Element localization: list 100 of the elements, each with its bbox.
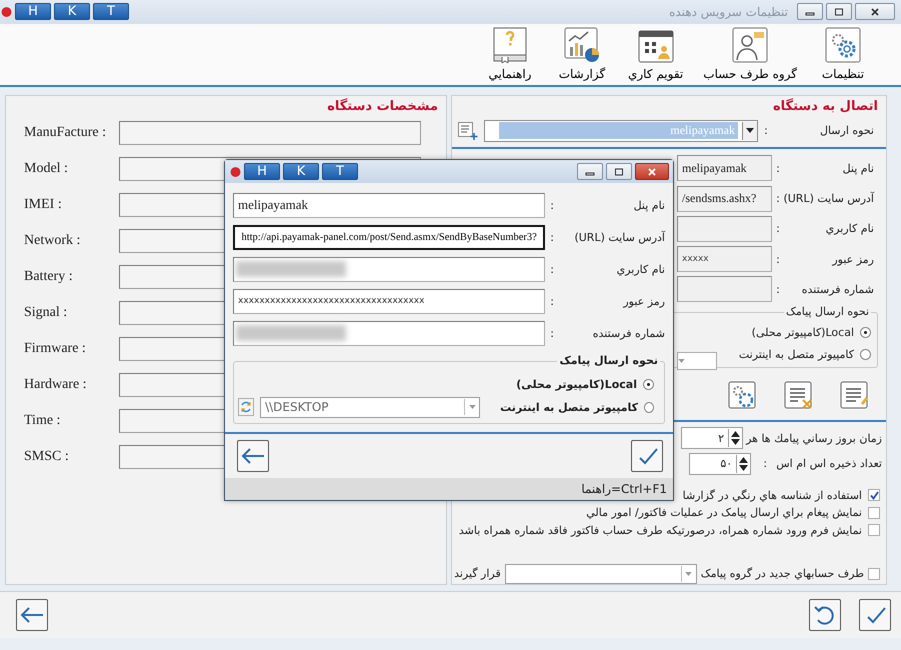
undo-button[interactable] xyxy=(809,599,841,632)
field-label: آدرس سایت (URL) xyxy=(784,192,874,206)
colon: : xyxy=(549,262,555,276)
checkbox-label: استفاده از شناسه هاي رنگي در گزارشا xyxy=(682,488,862,502)
field-label: IMEI : xyxy=(24,197,63,214)
field-label: شماره فرستنده xyxy=(592,326,665,340)
radio-label: Local(کامپیوتر محلی) xyxy=(752,326,854,339)
back-arrow-icon xyxy=(19,605,45,626)
hkt-button[interactable]: K xyxy=(283,163,319,180)
group-dropdown[interactable] xyxy=(504,564,697,584)
maximize-button[interactable] xyxy=(826,3,852,20)
checkbox[interactable] xyxy=(868,506,880,519)
confirm-button[interactable] xyxy=(859,599,891,632)
input-field[interactable]: melipayamak xyxy=(233,192,546,218)
input-field[interactable]: xxxxx xyxy=(677,246,772,272)
field-label: رمز عبور xyxy=(830,252,874,266)
field-label: نحوه ارسال xyxy=(818,124,874,138)
colon: : xyxy=(549,326,555,340)
minimize-button[interactable] xyxy=(797,3,823,20)
hkt-button[interactable]: H xyxy=(15,3,51,20)
input-field[interactable] xyxy=(119,121,421,146)
colon: : xyxy=(763,124,769,138)
hkt-button[interactable]: T xyxy=(93,3,129,20)
maximize-button[interactable] xyxy=(606,163,632,180)
colon: : xyxy=(775,252,781,266)
minimize-button[interactable] xyxy=(577,163,603,180)
checkbox[interactable] xyxy=(868,524,880,536)
field-label: نام پنل xyxy=(632,198,665,212)
input-field[interactable]: xxxxxxxxxxxxxxxxxxxxxxxxxxxxxxxxxxx xyxy=(233,288,546,314)
field-label: تعداد ذخیره اس ام اس xyxy=(776,457,882,470)
field-label: ManuFacture : xyxy=(24,125,108,142)
input-field[interactable]: /sendsms.ashx? xyxy=(677,186,772,212)
hkt-button[interactable]: H xyxy=(244,163,280,180)
checkbox-label: قرار گیرند xyxy=(454,567,501,580)
close-icon xyxy=(647,166,657,176)
colon: : xyxy=(549,230,555,244)
settings-button[interactable] xyxy=(728,380,758,410)
caret-icon xyxy=(746,128,754,134)
caret-icon xyxy=(685,572,692,576)
input-field[interactable] xyxy=(233,320,546,346)
checkbox[interactable] xyxy=(868,568,880,580)
number-spinner[interactable]: ۲ xyxy=(681,427,744,450)
field-label: آدرس سایت (URL) xyxy=(573,230,665,244)
toolbar-button[interactable]: گزارشات xyxy=(552,27,612,82)
input-field[interactable]: http://api.payamak-panel.com/post/Send.asmx/SendByBaseNumber3? xyxy=(233,224,546,250)
checkbox[interactable] xyxy=(868,489,880,502)
back-button[interactable] xyxy=(237,440,269,472)
toolbar-button[interactable]: گروه طرف حساب xyxy=(699,27,801,82)
radio-button[interactable] xyxy=(860,348,871,360)
field-label: نام کاربري xyxy=(616,262,665,276)
field-label: Time : xyxy=(24,413,62,430)
colon: : xyxy=(775,282,781,296)
back-button[interactable] xyxy=(16,599,48,632)
radio-label: کامپیوتر متصل به اینترنت xyxy=(500,400,638,414)
colon: : xyxy=(762,457,768,470)
hkt-button[interactable]: T xyxy=(322,163,358,180)
field-label: رمز عبور xyxy=(622,294,665,308)
radio-button[interactable] xyxy=(860,326,871,338)
field-label: Firmware : xyxy=(24,341,87,358)
maximize-icon xyxy=(834,6,844,17)
group-title: نحوه ارسال پیامک xyxy=(557,354,660,367)
field-label: نام کاربري xyxy=(824,222,874,236)
refresh-button[interactable] xyxy=(238,398,254,416)
hkt-button[interactable]: K xyxy=(54,3,90,20)
group-title: نحوه ارسال پیامک xyxy=(784,305,871,318)
list-delete-button[interactable] xyxy=(784,380,814,410)
caret-icon xyxy=(468,405,476,409)
checkbox-label: نمایش پیغام براي ارسال پیامک در عملیات فاکتور/ امور مالي xyxy=(586,506,862,520)
radio-button[interactable] xyxy=(643,378,654,390)
help-book-icon xyxy=(492,27,528,64)
input-field[interactable] xyxy=(677,276,772,302)
input-field[interactable] xyxy=(233,256,546,282)
colon: : xyxy=(775,162,781,175)
field-label: Battery : xyxy=(24,269,74,286)
back-arrow-icon xyxy=(240,446,266,466)
radio-label: کامپیوتر متصل به اینترنت xyxy=(738,348,854,361)
people-icon xyxy=(732,27,768,64)
confirm-button[interactable] xyxy=(631,440,663,472)
input-field[interactable]: melipayamak xyxy=(677,155,772,182)
toolbar-button[interactable]: تقويم كاري xyxy=(624,27,688,82)
input-field[interactable] xyxy=(677,216,772,242)
list-add-icon[interactable] xyxy=(458,122,478,140)
field-label: Signal : xyxy=(24,305,68,322)
toolbar-button[interactable]: راهنمايي xyxy=(480,27,540,82)
radio-button[interactable] xyxy=(644,402,654,412)
radio-label: Local(کامپیوتر محلی) xyxy=(516,378,637,390)
field-label: Model : xyxy=(24,161,69,178)
field-label: Hardware : xyxy=(24,377,88,394)
close-button[interactable] xyxy=(855,3,895,20)
spin-arrows-icon xyxy=(731,430,740,446)
number-spinner[interactable]: ۵۰ xyxy=(689,452,752,475)
server-dropdown[interactable]: \\DESKTOP xyxy=(260,396,480,418)
close-button[interactable] xyxy=(635,163,669,180)
field-label: نام پنل xyxy=(842,162,874,175)
list-edit-button[interactable] xyxy=(840,380,870,410)
spin-arrows-icon xyxy=(739,456,748,472)
field-label: SMSC : xyxy=(24,449,70,466)
field-label: Network : xyxy=(24,233,82,250)
gear-icon xyxy=(825,27,861,64)
toolbar-button[interactable]: تنظیمات xyxy=(813,27,873,82)
